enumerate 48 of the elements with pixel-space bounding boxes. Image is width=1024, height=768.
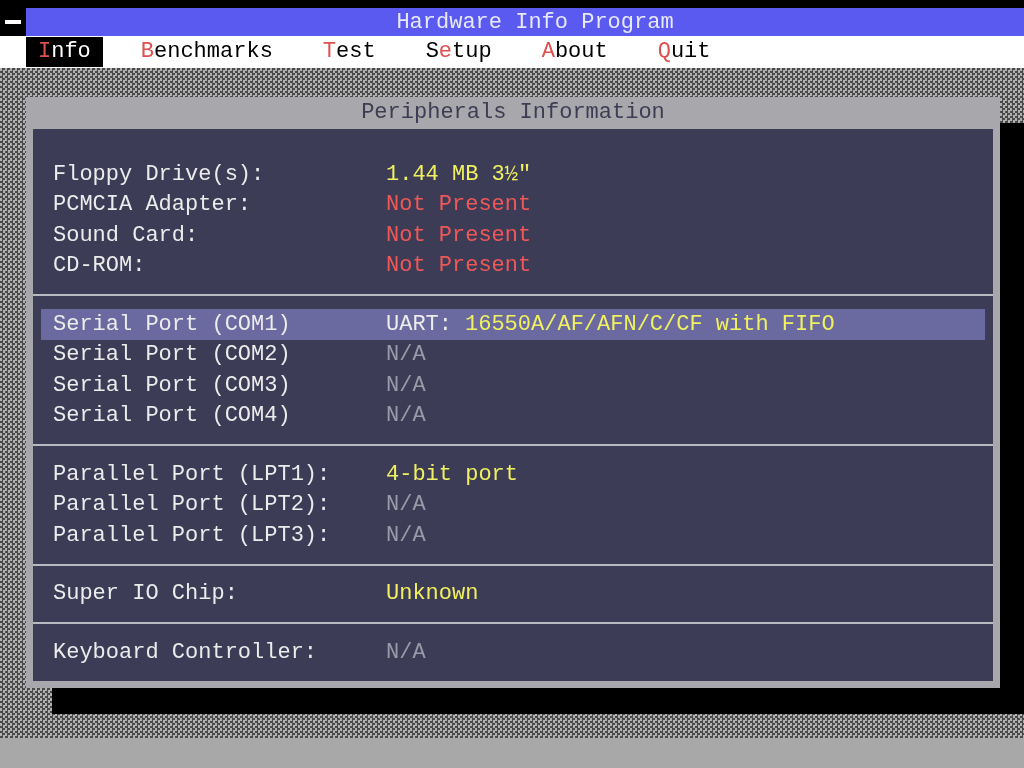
row-label: Parallel Port (LPT2): — [53, 491, 332, 520]
row-value: Not Present — [386, 221, 532, 250]
row-label: Serial Port (COM1) — [53, 310, 292, 339]
row-value: N/A — [386, 341, 426, 370]
row-value: 16550A/AF/AFN/C/CF with FIFO — [465, 310, 835, 339]
info-row[interactable]: CD-ROM: Not Present — [41, 250, 985, 281]
row-label: Keyboard Controller: — [53, 638, 319, 667]
row-label: Floppy Drive(s): — [53, 160, 266, 189]
row-label: Parallel Port (LPT3): — [53, 521, 332, 550]
menu-item[interactable]: Quit — [645, 37, 723, 67]
info-row[interactable]: Serial Port (COM1) UART: 16550A/AF/AFN/C/CF with FIFO — [41, 309, 985, 340]
row-value: N/A — [386, 521, 426, 550]
row-label: CD-ROM: — [53, 252, 147, 281]
window-title: Hardware Info Program — [395, 8, 674, 37]
row-value: Unknown — [386, 580, 479, 609]
info-row[interactable]: PCMCIA Adapter: Not Present — [41, 189, 985, 220]
menu-item[interactable]: Benchmarks — [128, 37, 285, 67]
row-label: Parallel Port (LPT1): — [53, 460, 332, 489]
row-value: Not Present — [386, 252, 532, 281]
info-row[interactable]: Parallel Port (LPT1): 4-bit port — [41, 459, 985, 490]
info-row[interactable]: Floppy Drive(s): 1.44 MB 3½" — [41, 159, 985, 190]
info-row[interactable]: Serial Port (COM2) N/A — [41, 339, 985, 370]
row-value: Not Present — [386, 191, 532, 220]
info-row[interactable]: Parallel Port (LPT3): N/A — [41, 520, 985, 551]
row-label: Serial Port (COM4) — [53, 402, 292, 431]
menu-item[interactable]: Test — [310, 37, 388, 67]
info-row[interactable]: Sound Card: Not Present — [41, 220, 985, 251]
row-value: N/A — [386, 402, 426, 431]
info-row[interactable]: Serial Port (COM3) N/A — [41, 370, 985, 401]
info-row[interactable]: Keyboard Controller: N/A — [41, 637, 985, 668]
row-label: Sound Card: — [53, 221, 200, 250]
info-row[interactable]: Serial Port (COM4) N/A — [41, 400, 985, 431]
row-value: 4-bit port — [386, 460, 519, 489]
row-label: Super IO Chip: — [53, 580, 239, 609]
row-label: Serial Port (COM2) — [53, 341, 292, 370]
row-value: N/A — [386, 371, 426, 400]
row-label: PCMCIA Adapter: — [53, 191, 253, 220]
menu-item[interactable]: Setup — [413, 37, 504, 67]
row-value: N/A — [386, 638, 426, 667]
dialog-title: Peripherals Information — [360, 99, 666, 127]
row-value: N/A — [386, 491, 426, 520]
row-label: Serial Port (COM3) — [53, 371, 292, 400]
value-prefix: UART: — [386, 310, 452, 339]
menu-item[interactable]: About — [529, 37, 620, 67]
info-row[interactable]: Parallel Port (LPT2): N/A — [41, 489, 985, 520]
row-value: 1.44 MB 3½" — [386, 160, 532, 189]
info-row[interactable]: Super IO Chip: Unknown — [41, 578, 985, 609]
menu-item[interactable]: Info — [26, 37, 103, 67]
